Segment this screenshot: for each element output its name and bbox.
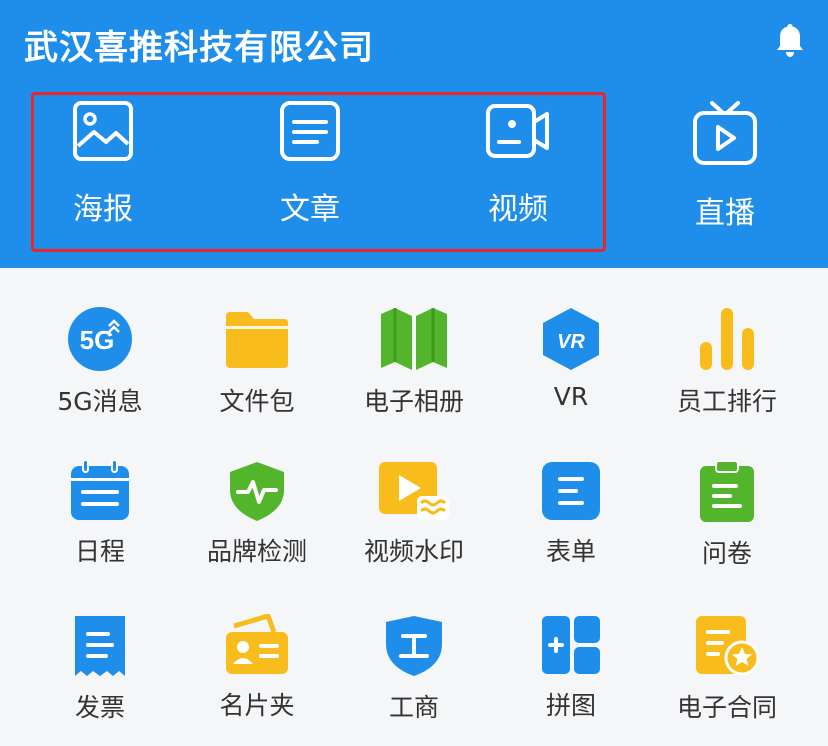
vr-icon: VR xyxy=(543,308,599,370)
shield-pulse-icon xyxy=(230,462,284,521)
business-card-icon xyxy=(226,614,288,674)
grid-label: 工商 xyxy=(388,693,439,722)
tv-play-icon xyxy=(693,101,757,165)
grid-item-folder[interactable]: 文件包 xyxy=(179,306,335,418)
svg-text:5G: 5G xyxy=(80,325,115,355)
quick-label: 直播 xyxy=(695,196,755,231)
grid-item-vr[interactable]: VR VR xyxy=(493,306,649,411)
grid-item-puzzle[interactable]: 拼图 xyxy=(493,614,649,722)
commerce-shield-icon xyxy=(386,616,442,676)
grid-label: 发票 xyxy=(74,693,125,722)
grid-label: 品牌检测 xyxy=(206,537,307,566)
grid-label: 名片夹 xyxy=(219,691,295,720)
grid-label: 视频水印 xyxy=(363,537,464,566)
calendar-icon xyxy=(71,460,129,520)
company-title: 武汉喜推科技有限公司 xyxy=(24,28,374,68)
grid-item-schedule[interactable]: 日程 xyxy=(22,460,178,568)
grid-item-5g[interactable]: 5G 5G消息 xyxy=(22,306,178,418)
grid-label: 员工排行 xyxy=(676,387,777,416)
grid-label: 电子相册 xyxy=(363,387,464,416)
grid-label: 5G消息 xyxy=(57,387,143,416)
grid-item-ranking[interactable]: 员工排行 xyxy=(649,306,805,418)
grid-label: 文件包 xyxy=(219,387,295,416)
grid-label: 拼图 xyxy=(545,691,596,720)
grid-item-brand-check[interactable]: 品牌检测 xyxy=(179,460,335,568)
puzzle-grid-icon xyxy=(542,616,600,674)
grid-item-video-watermark[interactable]: 视频水印 xyxy=(336,460,492,568)
contract-icon xyxy=(696,616,760,676)
grid-item-invoice[interactable]: 发票 xyxy=(22,614,178,724)
grid-item-form[interactable]: 表单 xyxy=(493,460,649,568)
5g-icon: 5G xyxy=(68,307,132,371)
grid-label: 电子合同 xyxy=(676,693,777,722)
selection-highlight xyxy=(31,92,606,252)
folder-icon xyxy=(226,312,288,368)
grid-item-album[interactable]: 电子相册 xyxy=(336,306,492,418)
grid-item-survey[interactable]: 问卷 xyxy=(649,460,805,570)
book-icon xyxy=(381,308,447,370)
grid-label: 日程 xyxy=(74,537,125,566)
svg-text:VR: VR xyxy=(557,331,585,353)
header-bar: 武汉喜推科技有限公司 海报 文章 视频 直播 xyxy=(0,0,828,268)
receipt-icon xyxy=(75,616,125,676)
quick-live[interactable]: 直播 xyxy=(655,100,795,232)
bar-chart-icon xyxy=(700,308,754,370)
grid-item-commerce[interactable]: 工商 xyxy=(336,614,492,724)
feature-grid: 5G 5G消息 文件包 电子相册 VR VR 员工排行 日程 品牌检测 视频水印… xyxy=(0,268,828,746)
clipboard-icon xyxy=(700,460,754,522)
grid-label: 问卷 xyxy=(701,539,752,568)
grid-label: 表单 xyxy=(545,537,596,566)
video-watermark-icon xyxy=(379,462,449,520)
grid-label: VR xyxy=(553,382,589,411)
bell-icon[interactable] xyxy=(774,22,806,58)
grid-item-e-contract[interactable]: 电子合同 xyxy=(649,614,805,724)
grid-item-card-holder[interactable]: 名片夹 xyxy=(179,614,335,722)
form-icon xyxy=(542,462,600,520)
